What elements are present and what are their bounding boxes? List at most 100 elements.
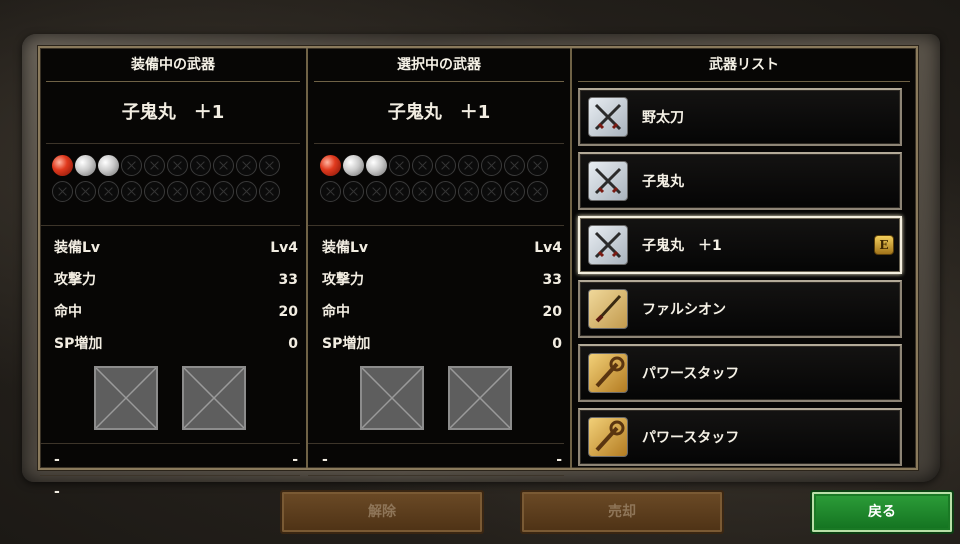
stat-value: 20 xyxy=(542,304,562,320)
empty-orb-slot-icon xyxy=(190,180,211,202)
weapon-list[interactable]: 野太刀 子鬼丸 子鬼丸 ＋1 E ファルシオン パワースタッフ パワースタッフ xyxy=(572,82,916,466)
weapon-list-header: 武器リスト xyxy=(578,48,910,82)
weapon-list-item[interactable]: パワースタッフ xyxy=(578,344,902,402)
weapon-list-column: 武器リスト 野太刀 子鬼丸 子鬼丸 ＋1 E ファルシオン パワースタッフ パワ… xyxy=(572,48,916,468)
empty-orb-slot-icon xyxy=(389,154,410,176)
empty-orb-slot-icon xyxy=(259,180,280,202)
empty-orb-slot-icon xyxy=(527,154,548,176)
staff-icon xyxy=(588,417,628,457)
empty-orb-slot-icon xyxy=(167,154,188,176)
empty-orb-slot-icon xyxy=(504,180,525,202)
stat-row-sp-increase: SP増加 0 xyxy=(308,328,564,360)
empty-skill-slot-icon xyxy=(182,366,246,430)
empty-orb-slot-icon xyxy=(190,154,211,176)
stat-row-attack: 攻撃力 33 xyxy=(40,264,300,296)
stat-row-accuracy: 命中 20 xyxy=(308,296,564,328)
weapon-list-item-label: 野太刀 xyxy=(642,110,684,126)
weapon-list-item[interactable]: ファルシオン xyxy=(578,280,902,338)
empty-orb-slot-icon xyxy=(144,180,165,202)
selected-weapon-column: 選択中の武器 子鬼丸 ＋1 装備Lv Lv4 攻撃力 33 命中 20 SP増加 0 -… xyxy=(308,48,572,500)
empty-skill-slot-icon xyxy=(360,366,424,430)
red-orb-icon xyxy=(52,154,73,176)
equipped-header: 装備中の武器 xyxy=(46,48,300,82)
empty-orb-slot-icon xyxy=(320,180,341,202)
white-orb-icon xyxy=(366,154,387,176)
selected-stats: 装備Lv Lv4 攻撃力 33 命中 20 SP増加 0 xyxy=(308,226,564,360)
empty-orb-slot-icon xyxy=(366,180,387,202)
empty-orb-slot-icon xyxy=(98,180,119,202)
empty-orb-slot-icon xyxy=(259,154,280,176)
empty-orb-slot-icon xyxy=(52,180,73,202)
stat-value: 33 xyxy=(542,272,562,288)
empty-orb-slot-icon xyxy=(144,154,165,176)
crossed-swords-icon xyxy=(588,161,628,201)
skill-row: -- xyxy=(308,444,564,476)
crossed-swords-icon xyxy=(588,225,628,265)
equipped-weapon-column: 装備中の武器 子鬼丸 ＋1 装備Lv Lv4 攻撃力 33 命中 20 SP増加 0 -… xyxy=(40,48,308,500)
empty-orb-slot-icon xyxy=(236,180,257,202)
equipped-badge-icon: E xyxy=(874,235,894,255)
equipment-panel: 装備中の武器 子鬼丸 ＋1 装備Lv Lv4 攻撃力 33 命中 20 SP増加 0 -… xyxy=(38,46,918,500)
empty-orb-slot-icon xyxy=(167,180,188,202)
weapon-list-item-label: パワースタッフ xyxy=(642,366,740,382)
skill-row: -- xyxy=(40,476,300,508)
empty-orb-slot-icon xyxy=(435,154,456,176)
crossed-swords-icon xyxy=(588,97,628,137)
empty-orb-slot-icon xyxy=(412,180,433,202)
white-orb-icon xyxy=(343,154,364,176)
stat-label: SP増加 xyxy=(322,336,371,352)
weapon-list-item-label: パワースタッフ xyxy=(642,430,740,446)
empty-skill-slot-icon xyxy=(448,366,512,430)
unequip-button[interactable]: 解除 xyxy=(280,490,484,534)
stat-row-sp-increase: SP増加 0 xyxy=(40,328,300,360)
weapon-list-item-label: 子鬼丸 ＋1 xyxy=(642,238,722,254)
weapon-list-item-label: ファルシオン xyxy=(642,302,726,318)
equipped-weapon-name: 子鬼丸 ＋1 xyxy=(46,82,300,144)
selected-orb-slots xyxy=(308,144,564,226)
empty-orb-slot-icon xyxy=(389,180,410,202)
empty-orb-slot-icon xyxy=(481,180,502,202)
stat-row-equip-level: 装備Lv Lv4 xyxy=(308,232,564,264)
stat-value: 33 xyxy=(278,272,298,288)
stat-label: 攻撃力 xyxy=(54,272,96,288)
weapon-list-item[interactable]: 野太刀 xyxy=(578,88,902,146)
empty-orb-slot-icon xyxy=(504,154,525,176)
empty-orb-slot-icon xyxy=(236,154,257,176)
skill-left: - xyxy=(322,452,328,468)
stat-value: 20 xyxy=(278,304,298,320)
orb-slot-row xyxy=(320,152,556,178)
stat-label: 命中 xyxy=(322,304,350,320)
empty-orb-slot-icon xyxy=(121,154,142,176)
stat-label: 装備Lv xyxy=(322,240,369,256)
orb-slot-row xyxy=(52,178,292,204)
empty-orb-slot-icon xyxy=(435,180,456,202)
stat-label: 命中 xyxy=(54,304,82,320)
weapon-list-item[interactable]: 子鬼丸 xyxy=(578,152,902,210)
skill-left: - xyxy=(54,484,60,500)
stat-row-equip-level: 装備Lv Lv4 xyxy=(40,232,300,264)
empty-orb-slot-icon xyxy=(121,180,142,202)
stat-value: 0 xyxy=(552,336,562,352)
orb-slot-row xyxy=(320,178,556,204)
stat-value: Lv4 xyxy=(534,240,562,256)
empty-orb-slot-icon xyxy=(481,154,502,176)
weapon-list-item-selected[interactable]: 子鬼丸 ＋1 E xyxy=(578,216,902,274)
equipped-orb-slots xyxy=(40,144,300,226)
empty-orb-slot-icon xyxy=(458,180,479,202)
white-orb-icon xyxy=(75,154,96,176)
stat-label: 装備Lv xyxy=(54,240,101,256)
selected-header: 選択中の武器 xyxy=(314,48,564,82)
empty-orb-slot-icon xyxy=(527,180,548,202)
back-button[interactable]: 戻る xyxy=(810,490,954,534)
weapon-list-item[interactable]: パワースタッフ xyxy=(578,408,902,466)
empty-orb-slot-icon xyxy=(213,154,234,176)
sell-button[interactable]: 売却 xyxy=(520,490,724,534)
empty-orb-slot-icon xyxy=(213,180,234,202)
skill-left: - xyxy=(54,452,60,468)
equipped-stats: 装備Lv Lv4 攻撃力 33 命中 20 SP増加 0 xyxy=(40,226,300,360)
stat-row-accuracy: 命中 20 xyxy=(40,296,300,328)
weapon-list-item-label: 子鬼丸 xyxy=(642,174,684,190)
equipped-skill-slots xyxy=(40,360,300,444)
stat-label: SP増加 xyxy=(54,336,103,352)
selected-weapon-name: 子鬼丸 ＋1 xyxy=(314,82,564,144)
